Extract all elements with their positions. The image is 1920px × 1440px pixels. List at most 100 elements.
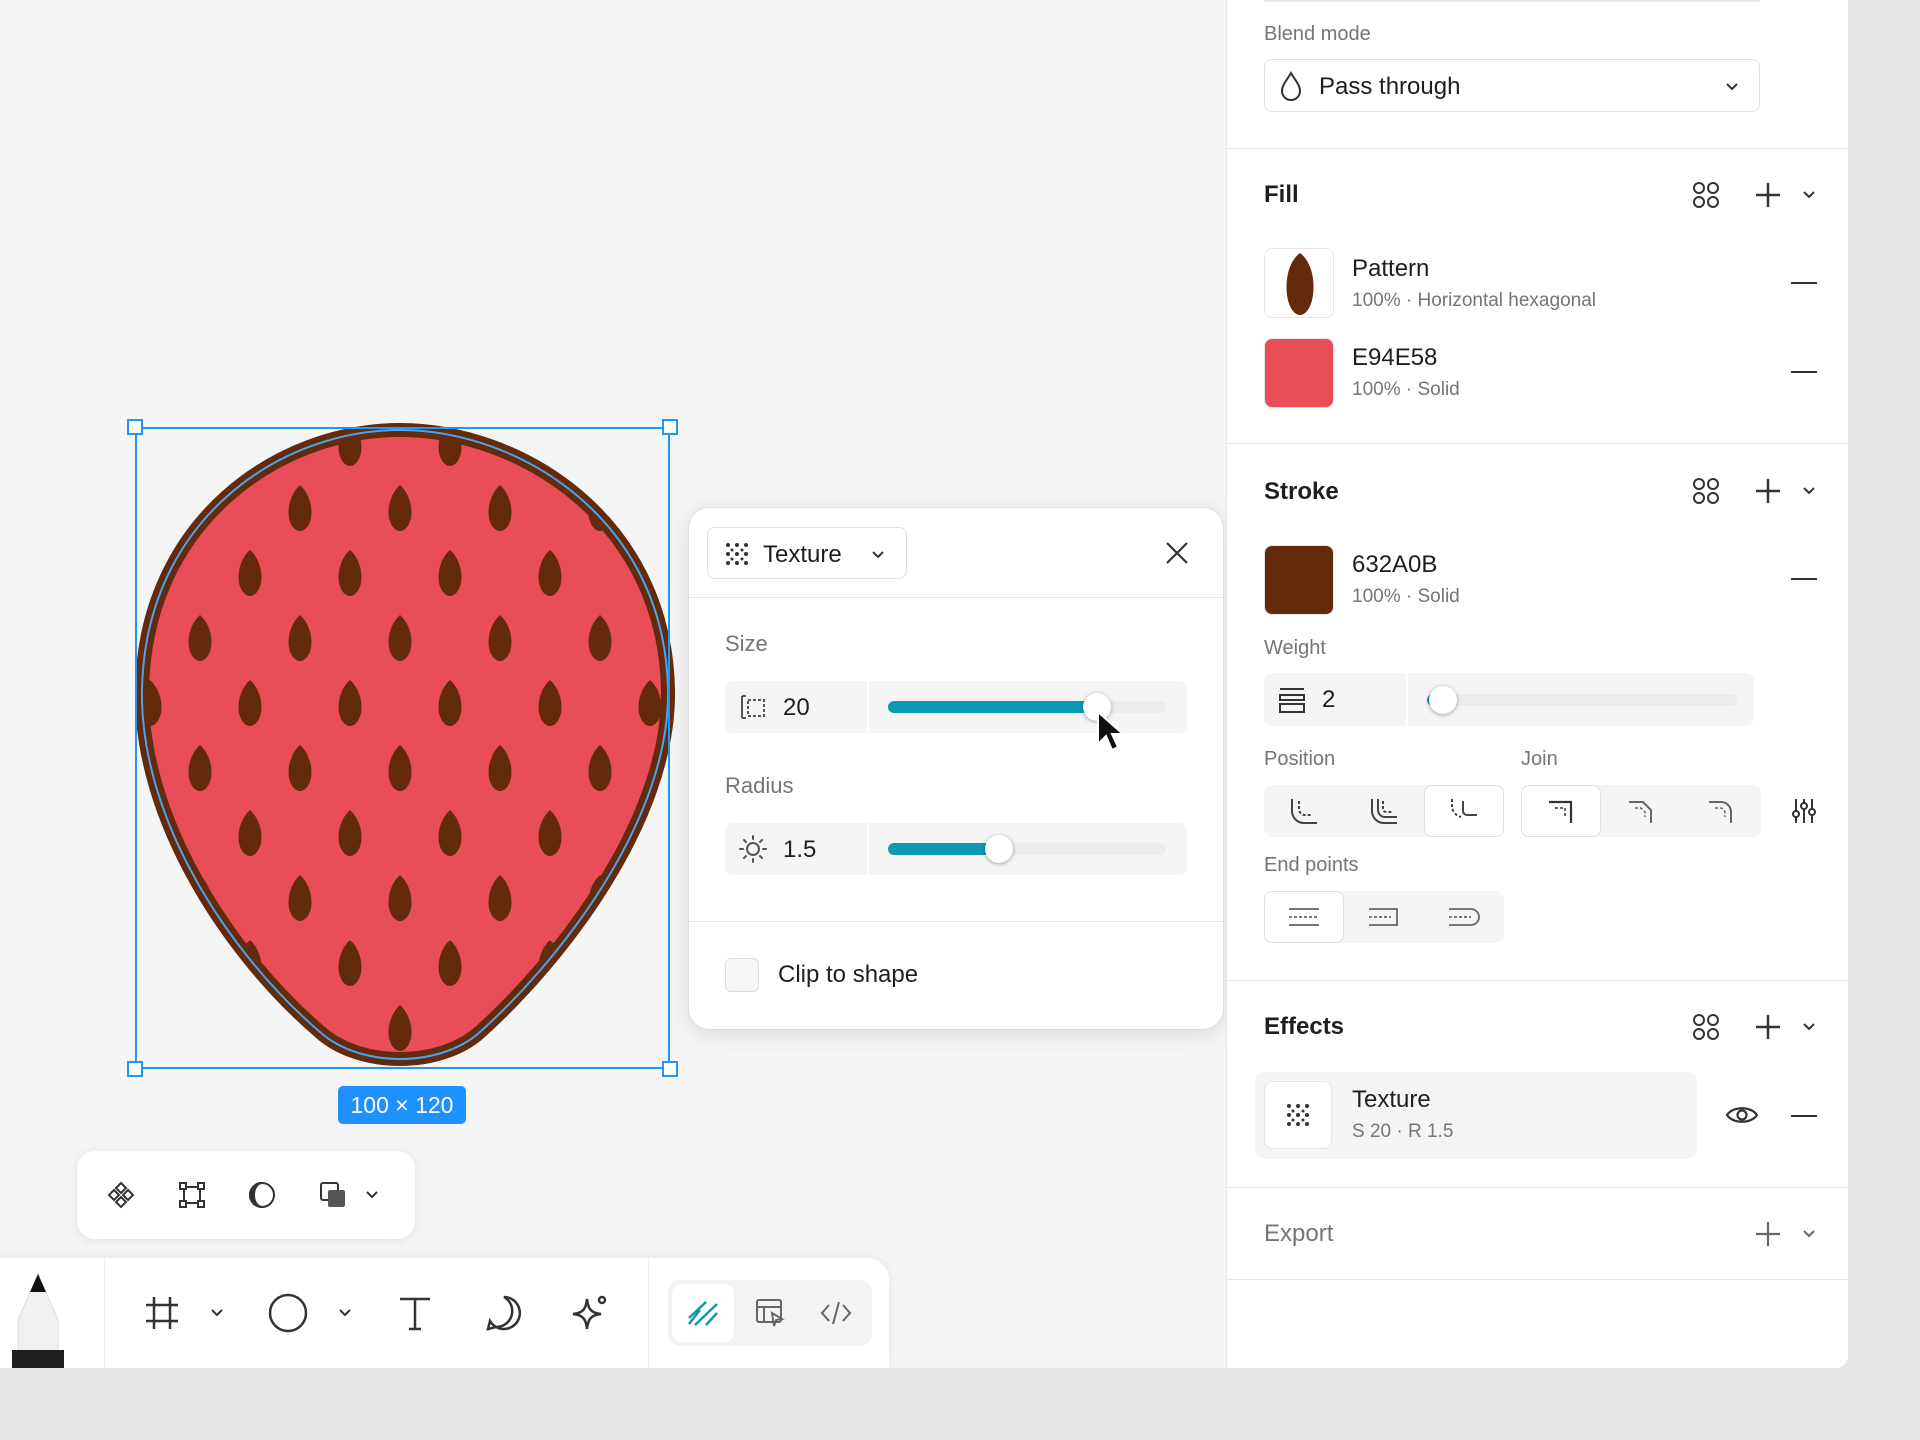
minus-icon[interactable]	[1791, 371, 1817, 373]
position-inside-button[interactable]	[1264, 785, 1344, 837]
stroke-swatch[interactable]	[1264, 545, 1334, 615]
position-outside-button[interactable]	[1424, 785, 1504, 837]
endpoint-square-button[interactable]	[1344, 891, 1424, 943]
texture-icon	[726, 543, 748, 565]
plus-icon[interactable]	[1748, 471, 1788, 511]
weight-slider-knob[interactable]	[1429, 686, 1457, 714]
blend-mode-value: Pass through	[1319, 73, 1461, 100]
pencil-icon[interactable]	[0, 1258, 105, 1368]
join-round-button[interactable]	[1681, 785, 1761, 837]
weight-slider[interactable]	[1427, 686, 1737, 714]
app-window: 100 × 120 Texture Size 20 Radius 1.5 Cli…	[0, 0, 1848, 1368]
comment-icon[interactable]	[484, 1293, 524, 1333]
style-grid-icon[interactable]	[1686, 471, 1726, 511]
ai-sparkle-icon[interactable]	[571, 1293, 611, 1333]
plus-icon[interactable]	[1748, 175, 1788, 215]
adjust-icon[interactable]	[1784, 791, 1824, 831]
chevron-down-icon[interactable]	[200, 1293, 234, 1333]
endpoint-round-icon	[1449, 908, 1480, 926]
clip-label[interactable]: Clip to shape	[778, 961, 918, 989]
endpoints-label: End points	[1264, 854, 1359, 876]
radius-slider-knob[interactable]	[985, 835, 1013, 863]
endpoints-group	[1264, 891, 1504, 943]
selection-box	[135, 427, 670, 1069]
size-label: Size	[725, 631, 768, 656]
eye-icon[interactable]	[1722, 1095, 1762, 1135]
size-input[interactable]: 20	[725, 681, 867, 733]
chevron-down-icon	[872, 551, 884, 559]
divider	[689, 921, 1223, 922]
chevron-down-icon	[1726, 83, 1738, 91]
endpoint-none-button[interactable]	[1264, 891, 1344, 943]
endpoint-round-button[interactable]	[1424, 891, 1504, 943]
style-grid-icon[interactable]	[1686, 1007, 1726, 1047]
chevron-down-icon[interactable]	[1794, 1214, 1824, 1254]
dev-icon[interactable]	[750, 1293, 790, 1333]
join-miter-button[interactable]	[1521, 785, 1601, 837]
top-divider	[1264, 0, 1760, 2]
style-grid-icon[interactable]	[1686, 175, 1726, 215]
text-tool-icon[interactable]	[395, 1293, 435, 1333]
stroke-center-icon	[1371, 799, 1397, 824]
pattern-swatch[interactable]	[1264, 248, 1334, 318]
effects-section: Effects Texture S 20 · R 1.5	[1227, 981, 1848, 1188]
radius-slider[interactable]	[888, 835, 1166, 863]
stroke-join-group	[1521, 785, 1761, 837]
weight-input[interactable]: 2	[1264, 673, 1406, 726]
minus-icon[interactable]	[1791, 1115, 1817, 1117]
fill-section: Fill Pattern 100% · Horizontal hexagonal…	[1227, 149, 1848, 444]
minus-icon[interactable]	[1791, 578, 1817, 580]
radius-input[interactable]: 1.5	[725, 823, 867, 875]
chevron-down-icon[interactable]	[1794, 175, 1824, 215]
join-bevel-icon	[1629, 801, 1652, 823]
close-icon[interactable]	[1157, 533, 1197, 573]
join-bevel-button[interactable]	[1601, 785, 1681, 837]
position-center-button[interactable]	[1344, 785, 1424, 837]
join-round-icon	[1709, 801, 1732, 823]
resize-handle-tl[interactable]	[127, 419, 143, 435]
radius-value: 1.5	[783, 836, 817, 863]
endpoint-none-icon	[1289, 908, 1319, 926]
plus-icon[interactable]	[1748, 1214, 1788, 1254]
effect-row[interactable]: Texture S 20 · R 1.5	[1255, 1072, 1697, 1159]
layer-section: Blend mode Pass through	[1227, 0, 1848, 149]
design-mode-button[interactable]	[672, 1284, 734, 1342]
blend-mode-dropdown[interactable]: Pass through	[1264, 59, 1760, 112]
size-slider-fill	[888, 701, 1097, 713]
clip-checkbox[interactable]	[725, 958, 759, 992]
minus-icon[interactable]	[1791, 282, 1817, 284]
chevron-down-icon[interactable]	[328, 1293, 362, 1333]
fill-item-name: Pattern	[1352, 255, 1430, 282]
stroke-outside-icon	[1451, 799, 1477, 818]
weight-icon	[1279, 688, 1305, 713]
boolean-icon[interactable]	[313, 1175, 353, 1215]
ellipse-tool-icon[interactable]	[268, 1293, 308, 1333]
draw-icon	[688, 1301, 718, 1326]
resize-handle-br[interactable]	[662, 1061, 678, 1077]
stroke-position-group	[1264, 785, 1504, 837]
chevron-down-icon[interactable]	[1794, 471, 1824, 511]
resize-handle-bl[interactable]	[127, 1061, 143, 1077]
endpoint-square-icon	[1369, 908, 1398, 926]
component-icon[interactable]	[101, 1175, 141, 1215]
drop-icon	[1280, 71, 1302, 101]
frame-selection-icon[interactable]	[172, 1175, 212, 1215]
chevron-down-icon[interactable]	[1794, 1007, 1824, 1047]
stroke-item-detail: 100% · Solid	[1352, 586, 1460, 607]
frame-tool-icon[interactable]	[142, 1293, 182, 1333]
chevron-down-icon[interactable]	[357, 1175, 387, 1215]
stroke-inside-icon	[1291, 799, 1317, 824]
position-label: Position	[1264, 748, 1336, 770]
stroke-section: Stroke 632A0B 100% · Solid Weight 2 Posi…	[1227, 444, 1848, 981]
code-icon[interactable]	[816, 1293, 856, 1333]
size-value: 20	[783, 694, 810, 721]
mask-icon[interactable]	[242, 1175, 282, 1215]
resize-handle-tr[interactable]	[662, 419, 678, 435]
effect-type-dropdown[interactable]: Texture	[707, 527, 907, 579]
effects-title: Effects	[1264, 1013, 1345, 1040]
plus-icon[interactable]	[1748, 1007, 1788, 1047]
divider	[689, 597, 1223, 598]
size-badge: 100 × 120	[338, 1086, 466, 1124]
effect-detail: S 20 · R 1.5	[1352, 1121, 1454, 1142]
color-swatch[interactable]	[1264, 338, 1334, 408]
